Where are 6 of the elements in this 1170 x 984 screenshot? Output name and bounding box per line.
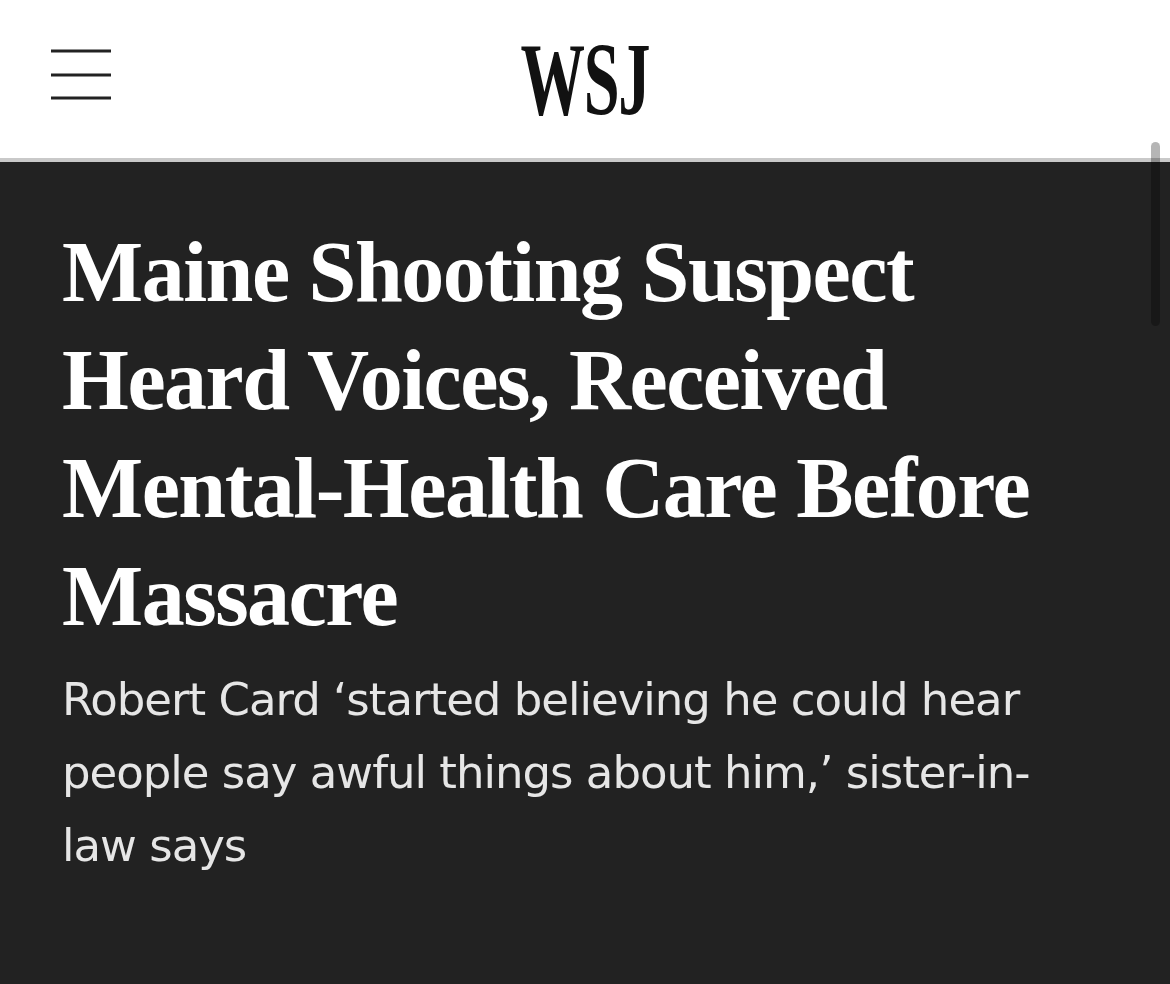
subheadline: Robert Card ‘started believing he could hear people say awful things about him,’ sister-in-law says: [62, 672, 1031, 874]
headline: Maine Shooting Suspect Heard Voices, Received Mental-Health Care Before Massacre: [62, 223, 1031, 646]
logo[interactable]: WSJ: [520, 43, 650, 115]
scrollbar-thumb[interactable]: [1151, 142, 1160, 326]
menu-icon: [48, 47, 114, 103]
menu-button[interactable]: [48, 47, 114, 103]
